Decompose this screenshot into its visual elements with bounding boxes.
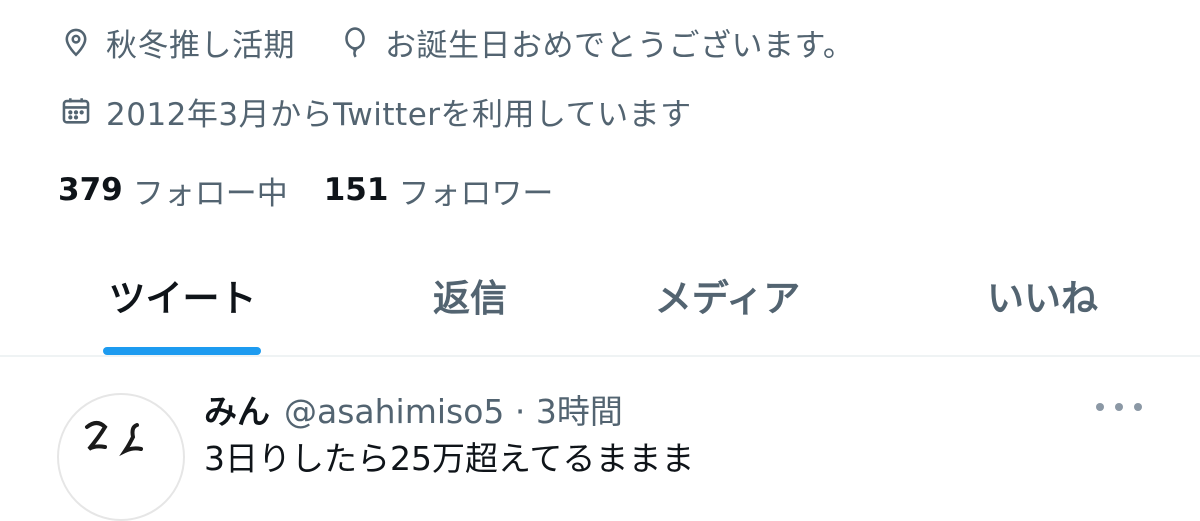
tweet-header: みん @asahimiso5 · 3時間 (204, 385, 623, 433)
balloon-icon (337, 24, 373, 60)
avatar[interactable] (57, 393, 185, 521)
profile-location: 秋冬推し活期 (106, 27, 295, 64)
followers-link[interactable]: 151 フォロワー (324, 168, 554, 213)
tabs-divider (0, 355, 1200, 357)
profile-joined-date: 2012年3月からTwitterを利用しています (106, 96, 692, 133)
following-count: 379 (58, 172, 123, 208)
follow-stats: 379 フォロー中 151 フォロワー (58, 168, 554, 213)
more-dot (1096, 403, 1104, 411)
more-dot (1115, 403, 1123, 411)
tweet-text: 3日りしたら25万超えてるままま (204, 439, 695, 478)
avatar-drawing (85, 421, 143, 457)
tab-media[interactable]: メディア (615, 268, 840, 358)
tab-replies-label: 返信 (433, 277, 507, 320)
followers-label: フォロワー (398, 175, 554, 212)
following-link[interactable]: 379 フォロー中 (58, 168, 288, 213)
tab-tweets-label: ツイート (108, 277, 257, 320)
calendar-icon (58, 93, 94, 129)
tweet-author-name[interactable]: みん (204, 385, 270, 433)
active-tab-indicator (103, 347, 261, 355)
tab-replies[interactable]: 返信 (365, 268, 575, 358)
tab-likes-label: いいね (987, 277, 1098, 320)
more-dot (1134, 403, 1142, 411)
tab-media-label: メディア (654, 277, 801, 320)
profile-meta-row-1: 秋冬推し活期 お誕生日おめでとうございます。 (58, 22, 855, 64)
followers-count: 151 (323, 172, 389, 208)
profile-meta-row-2: 2012年3月からTwitterを利用しています (58, 91, 692, 133)
location-icon (58, 24, 94, 60)
tab-tweets[interactable]: ツイート (60, 268, 305, 358)
following-label: フォロー中 (132, 175, 288, 212)
tab-likes[interactable]: いいね (935, 268, 1150, 358)
more-icon[interactable] (1096, 392, 1142, 422)
profile-birthday: お誕生日おめでとうございます。 (385, 27, 855, 64)
tweet-handle-time[interactable]: @asahimiso5 · 3時間 (284, 385, 623, 433)
